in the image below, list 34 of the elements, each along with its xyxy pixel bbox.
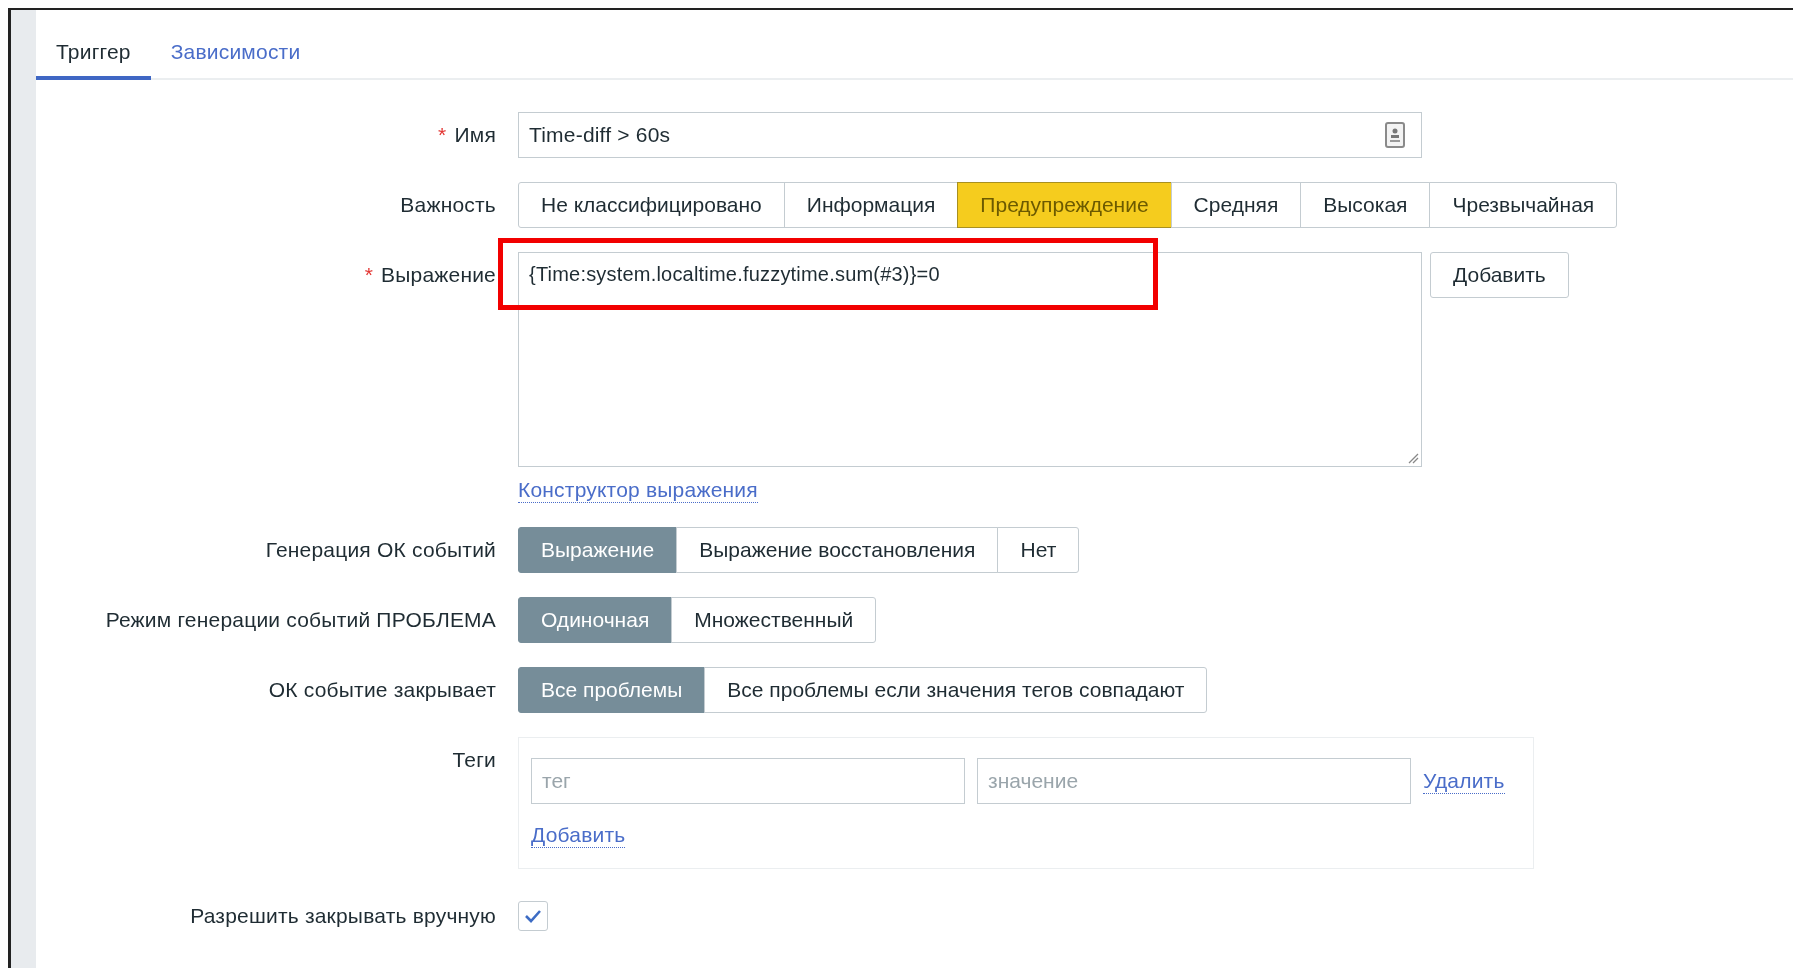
field-label: Генерация ОК событий <box>265 538 496 563</box>
name-field[interactable]: Time-diff > 60s <box>518 112 1422 158</box>
remove-link[interactable]: Удалить <box>1423 768 1505 795</box>
severity-option[interactable]: Высокая <box>1300 182 1431 228</box>
option-button[interactable]: Выражение восстановления <box>676 527 999 574</box>
resize-handle-icon[interactable] <box>1407 452 1419 464</box>
severity-option[interactable]: Предупреждение <box>957 182 1172 228</box>
field-label: Имя <box>454 123 496 147</box>
add-button[interactable]: Добавить <box>1430 252 1569 298</box>
severity-option[interactable]: Средняя <box>1170 182 1302 228</box>
required-mark: * <box>364 263 373 287</box>
severity-option[interactable]: Информация <box>783 182 959 228</box>
option-button[interactable]: Все проблемы если значения тегов совпадают <box>704 667 1208 714</box>
field-label: Важность <box>400 193 496 217</box>
required-mark: * <box>438 123 447 147</box>
field-label: Режим генерации событий ПРОБЛЕМА <box>105 608 496 633</box>
field-label: Разрешить закрывать вручную <box>190 904 496 929</box>
option-button[interactable]: Нет <box>997 527 1080 574</box>
document-icon[interactable] <box>1385 122 1405 148</box>
value-field[interactable]: значение <box>977 758 1411 805</box>
field-label: Выражение <box>381 263 496 287</box>
field-label: ОК событие закрывает <box>268 678 496 703</box>
add-tag-link[interactable]: Добавить <box>531 822 626 849</box>
expression-builder-link[interactable]: Конструктор выражения <box>518 477 758 504</box>
field-label: Теги <box>452 748 496 773</box>
severity-option[interactable]: Не классифицировано <box>518 182 785 228</box>
tag-field[interactable]: тег <box>531 758 965 805</box>
tab[interactable]: Триггер <box>36 18 151 80</box>
severity-option[interactable]: Чрезвычайная <box>1429 182 1618 228</box>
expression-field[interactable]: {Time:system.localtime.fuzzytime.sum(#3)}=0 <box>518 252 1422 467</box>
checkmark-icon <box>523 908 543 925</box>
tab[interactable]: Зависимости <box>150 18 321 80</box>
checkbox[interactable] <box>518 901 548 932</box>
option-button[interactable]: Множественный <box>671 597 877 644</box>
